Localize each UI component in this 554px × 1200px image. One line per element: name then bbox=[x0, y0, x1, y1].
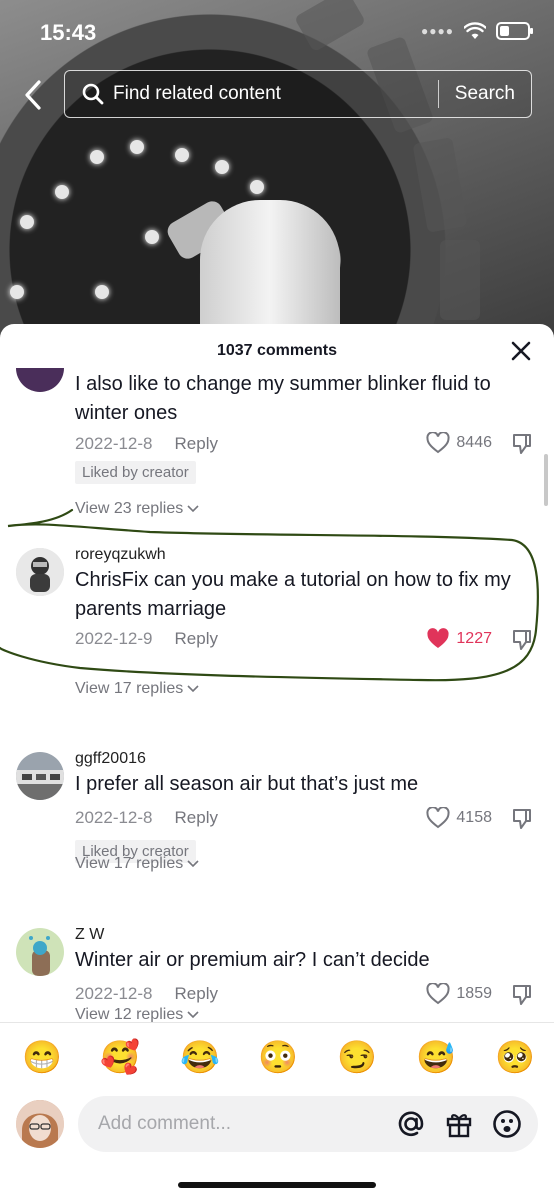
like-button[interactable]: 4158 bbox=[426, 807, 492, 829]
gift-button[interactable] bbox=[442, 1107, 476, 1141]
scrollbar[interactable] bbox=[544, 454, 548, 506]
status-time: 15:43 bbox=[40, 20, 97, 45]
emoji-picker-button[interactable] bbox=[490, 1107, 524, 1141]
comment-input[interactable]: Add comment... bbox=[78, 1096, 538, 1152]
view-replies-label: View 17 replies bbox=[75, 855, 184, 872]
view-replies-label: View 23 replies bbox=[75, 500, 184, 517]
view-replies-button[interactable]: View 23 replies bbox=[75, 500, 199, 518]
spray-bottle bbox=[200, 200, 340, 340]
emoji-grin[interactable]: 😁 bbox=[22, 1039, 62, 1075]
chevron-down-icon bbox=[187, 860, 199, 868]
comment-date: 2022-12-9 bbox=[75, 629, 153, 648]
comment-date: 2022-12-8 bbox=[75, 984, 153, 1003]
username[interactable]: ggff20016 bbox=[75, 750, 146, 768]
reply-button[interactable]: Reply bbox=[175, 808, 218, 828]
avatar-image bbox=[16, 928, 64, 976]
back-button[interactable] bbox=[18, 78, 48, 112]
user-avatar-image bbox=[16, 1100, 64, 1148]
reply-button[interactable]: Reply bbox=[175, 629, 218, 649]
emoji-face-icon bbox=[493, 1110, 521, 1138]
search-bar[interactable]: Find related content Search bbox=[64, 70, 532, 118]
search-button[interactable]: Search bbox=[439, 83, 531, 105]
dislike-icon[interactable] bbox=[510, 807, 534, 831]
like-count: 4158 bbox=[456, 809, 492, 826]
reply-button[interactable]: Reply bbox=[175, 984, 218, 1004]
avatar-image bbox=[16, 752, 64, 800]
emoji-hearts[interactable]: 🥰 bbox=[100, 1039, 140, 1075]
comment-text: I prefer all season air but that’s just … bbox=[75, 773, 419, 795]
comment-text: I also like to change my summer blinker … bbox=[75, 373, 491, 424]
home-indicator[interactable] bbox=[178, 1182, 376, 1188]
heart-filled-icon bbox=[427, 628, 450, 648]
gift-icon bbox=[446, 1114, 472, 1138]
emoji-bar: 😁 🥰 😂 😳 😏 😅 🥺 bbox=[0, 1022, 554, 1092]
emoji-joy[interactable]: 😂 bbox=[180, 1039, 220, 1075]
signal-icon: ●●●● bbox=[421, 24, 454, 38]
chevron-down-icon bbox=[187, 1011, 199, 1019]
avatar-image bbox=[16, 548, 64, 596]
search-icon bbox=[82, 83, 104, 105]
emoji-pleading[interactable]: 🥺 bbox=[495, 1039, 535, 1075]
comment-text: ChrisFix can you make a tutorial on how … bbox=[75, 569, 511, 620]
chevron-left-icon bbox=[25, 80, 41, 110]
emoji-flushed[interactable]: 😳 bbox=[258, 1039, 298, 1075]
heart-outline-icon bbox=[426, 807, 450, 829]
like-count: 1227 bbox=[456, 630, 492, 647]
avatar[interactable] bbox=[16, 548, 64, 596]
heart-outline-icon bbox=[426, 432, 450, 454]
dislike-icon[interactable] bbox=[510, 983, 534, 1007]
mention-button[interactable] bbox=[394, 1107, 428, 1141]
chevron-down-icon bbox=[187, 505, 199, 513]
username[interactable]: roreyqzukwh bbox=[75, 546, 166, 564]
like-count: 8446 bbox=[456, 434, 492, 451]
wifi-icon bbox=[464, 22, 486, 39]
battery-icon bbox=[496, 22, 533, 40]
view-replies-button[interactable]: View 17 replies bbox=[75, 680, 199, 698]
dislike-icon[interactable] bbox=[510, 628, 534, 652]
like-count: 1859 bbox=[456, 985, 492, 1002]
comment-text: Winter air or premium air? I can’t decid… bbox=[75, 949, 430, 971]
dislike-icon[interactable] bbox=[510, 432, 534, 456]
chevron-down-icon bbox=[187, 685, 199, 693]
view-replies-button[interactable]: View 17 replies bbox=[75, 855, 199, 873]
search-input[interactable]: Find related content bbox=[113, 83, 438, 105]
comment-list[interactable]: I also like to change my summer blinker … bbox=[0, 368, 554, 1024]
comments-count: 1037 comments bbox=[216, 342, 338, 359]
battery-level bbox=[500, 26, 509, 36]
at-sign-icon bbox=[398, 1111, 424, 1137]
heart-outline-icon bbox=[426, 983, 450, 1005]
like-button[interactable]: 1859 bbox=[426, 983, 492, 1005]
comment-item: roreyqzukwh ChrisFix can you make a tuto… bbox=[0, 546, 554, 688]
emoji-sweat-smile[interactable]: 😅 bbox=[416, 1039, 456, 1075]
reply-button[interactable]: Reply bbox=[175, 434, 218, 454]
like-button[interactable]: 8446 bbox=[426, 432, 492, 454]
avatar[interactable] bbox=[16, 368, 64, 392]
status-bar: 15:43 ●●●● bbox=[0, 0, 554, 64]
user-avatar[interactable] bbox=[16, 1100, 64, 1148]
comment-date: 2022-12-8 bbox=[75, 808, 153, 827]
comment-input-placeholder[interactable]: Add comment... bbox=[98, 1113, 394, 1135]
avatar[interactable] bbox=[16, 928, 64, 976]
like-button[interactable]: 1227 bbox=[426, 628, 492, 650]
close-button[interactable] bbox=[510, 340, 532, 362]
emoji-smirk[interactable]: 😏 bbox=[337, 1039, 377, 1075]
username[interactable]: Z W bbox=[75, 926, 104, 944]
view-replies-label: View 17 replies bbox=[75, 680, 184, 697]
comment-date: 2022-12-8 bbox=[75, 434, 153, 453]
liked-by-creator-badge: Liked by creator bbox=[75, 461, 196, 484]
avatar[interactable] bbox=[16, 752, 64, 800]
